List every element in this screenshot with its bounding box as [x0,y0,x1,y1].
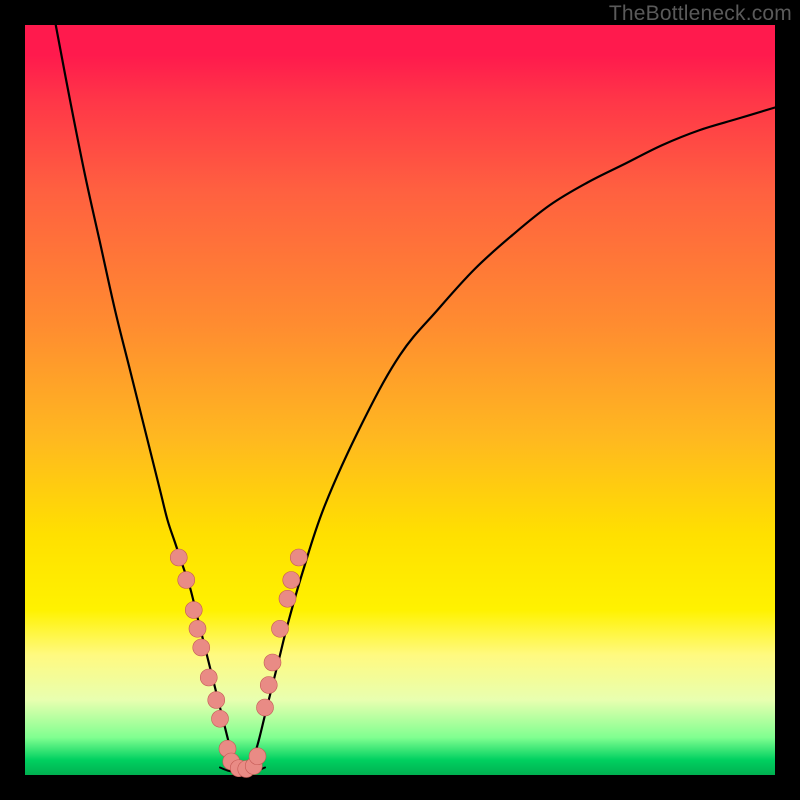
data-point-marker [212,710,229,727]
data-point-marker [260,677,277,694]
data-point-marker [279,590,296,607]
data-point-marker [257,699,274,716]
curve-layer [56,25,775,773]
data-point-marker [290,549,307,566]
plot-area [25,25,775,775]
series-left-curve [56,25,235,768]
data-point-marker [170,549,187,566]
watermark-text: TheBottleneck.com [609,2,792,26]
data-point-marker [249,748,266,765]
data-point-marker [272,620,289,637]
chart-svg [25,25,775,775]
data-point-marker [189,620,206,637]
data-point-marker [178,572,195,589]
data-point-marker [208,692,225,709]
chart-frame: TheBottleneck.com [0,0,800,800]
series-right-curve [250,108,775,768]
data-point-marker [283,572,300,589]
data-point-marker [200,669,217,686]
data-point-marker [193,639,210,656]
data-point-marker [264,654,281,671]
marker-layer [170,549,307,778]
data-point-marker [185,602,202,619]
